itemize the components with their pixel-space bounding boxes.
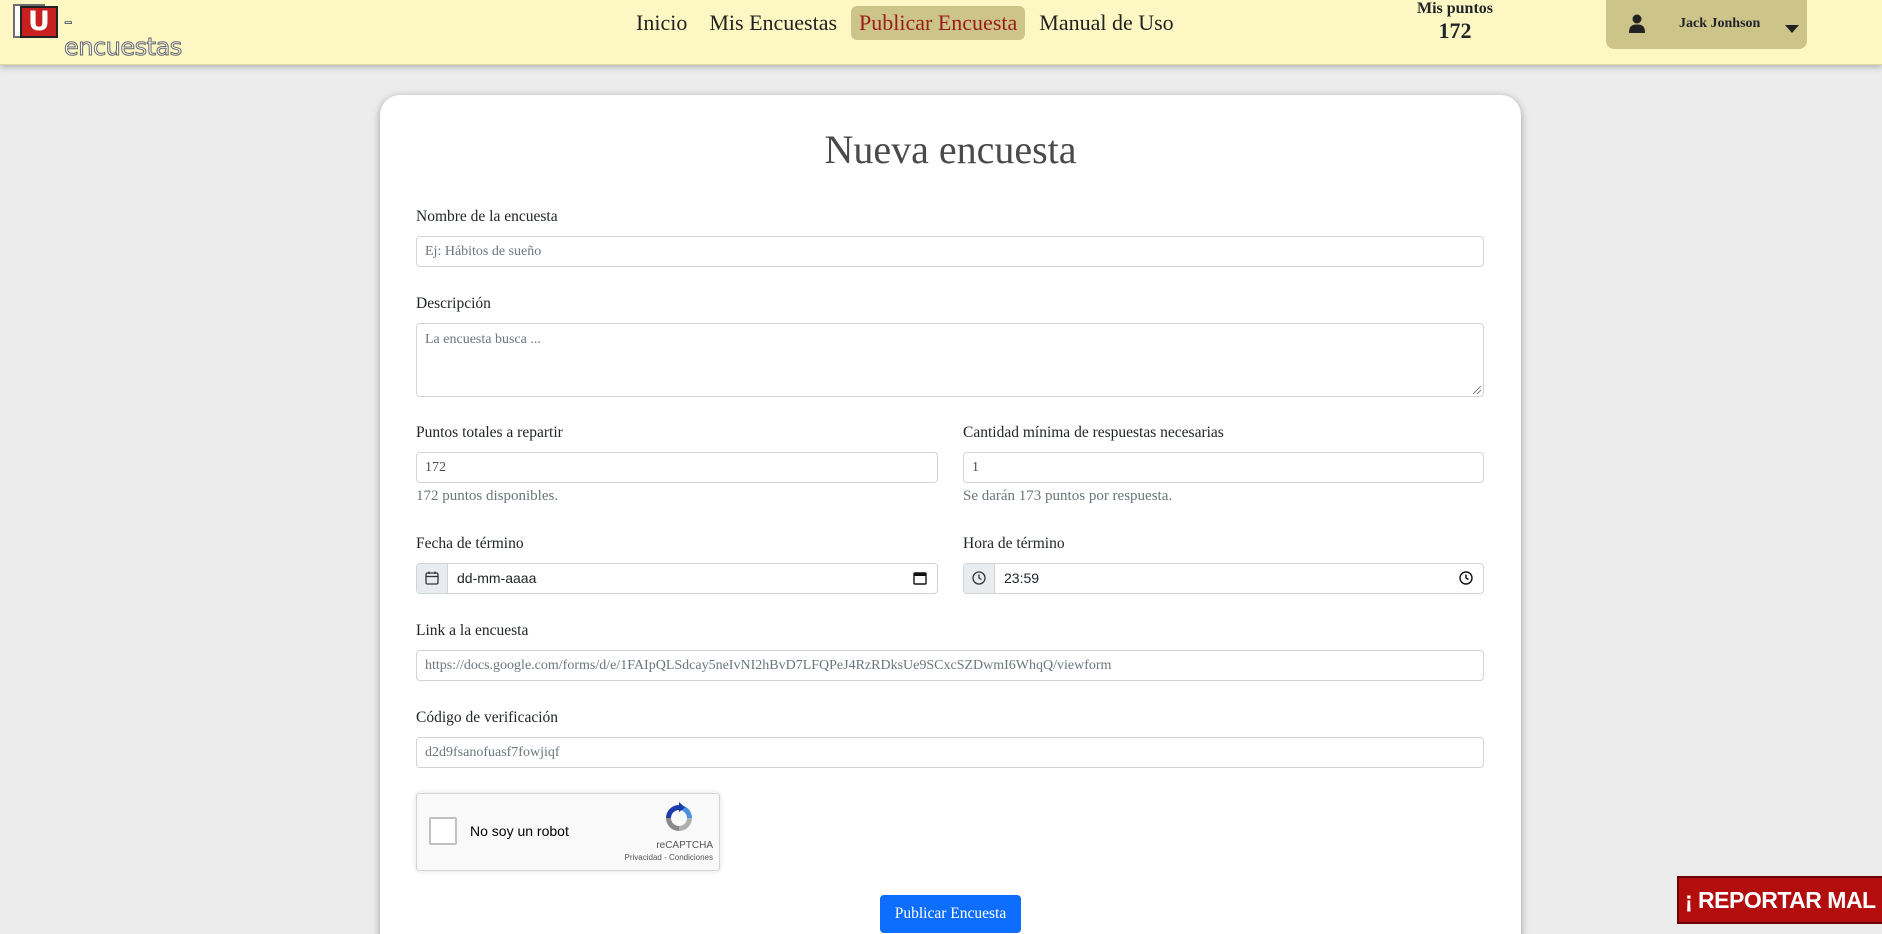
end-time-input[interactable]: 23:59 (963, 563, 1484, 594)
recaptcha-logo-icon (666, 802, 692, 831)
calendar-picker-icon[interactable] (913, 571, 927, 585)
recaptcha-widget: No soy un robot reCAPTCHA Privacidad - C… (416, 793, 720, 871)
nav-mis-encuestas[interactable]: Mis Encuestas (701, 6, 845, 40)
end-time-label: Hora de término (963, 535, 1065, 552)
recaptcha-brand: reCAPTCHA (656, 840, 713, 851)
recaptcha-checkbox[interactable] (429, 817, 457, 845)
resize-handle-icon[interactable] (1473, 386, 1481, 394)
chevron-down-icon (1785, 25, 1799, 33)
page-title: Nueva encuesta (824, 127, 1077, 172)
user-icon (1629, 14, 1645, 33)
nav-manual-de-uso[interactable]: Manual de Uso (1031, 6, 1181, 40)
recaptcha-terms-link[interactable]: Privacidad - Condiciones (597, 853, 714, 863)
user-name: Jack Jonhson (1679, 16, 1761, 31)
end-date-value: dd-mm-aaaa (457, 570, 537, 586)
end-date-input[interactable]: dd-mm-aaaa (416, 563, 938, 594)
survey-name-label: Nombre de la encuesta (416, 208, 558, 225)
points-display: Mis puntos 172 (1400, 0, 1510, 44)
publish-survey-button[interactable]: Publicar Encuesta (880, 895, 1021, 933)
recaptcha-label: No soy un robot (470, 823, 569, 839)
end-date-addon (417, 564, 448, 593)
logo-text: -encuestas (64, 7, 183, 61)
clock-icon (972, 571, 986, 585)
points-label: Mis puntos (1416, 0, 1494, 17)
survey-link-input[interactable]: https://docs.google.com/forms/d/e/1FAIpQ… (416, 650, 1484, 681)
total-points-help: 172 puntos disponibles. (416, 488, 559, 504)
logo-letter: U (20, 6, 58, 38)
survey-link-label: Link a la encuesta (416, 622, 529, 639)
calendar-icon (425, 571, 439, 585)
clock-picker-icon[interactable] (1459, 571, 1473, 585)
points-value: 172 (1438, 18, 1472, 43)
verification-code-label: Código de verificación (416, 709, 559, 726)
description-textarea[interactable]: La encuesta busca ... (416, 323, 1484, 397)
description-label: Descripción (416, 295, 491, 312)
description-placeholder: La encuesta busca ... (425, 332, 541, 347)
survey-name-input[interactable]: Ej: Hábitos de sueño (416, 236, 1484, 267)
user-menu-button[interactable]: Jack Jonhson (1606, 0, 1807, 49)
top-navbar: U -encuestas Inicio Mis Encuestas Public… (0, 0, 1882, 65)
report-misuse-button[interactable]: ¡ REPORTAR MAL USO ! (1677, 876, 1882, 924)
min-responses-help: Se darán 173 puntos por respuesta. (963, 488, 1173, 504)
end-time-addon (964, 564, 995, 593)
new-survey-card: Nueva encuesta Nombre de la encuesta Ej:… (380, 95, 1521, 934)
nav-inicio[interactable]: Inicio (628, 6, 695, 40)
total-points-input[interactable]: 172 (416, 452, 938, 483)
min-responses-input[interactable]: 1 (963, 452, 1484, 483)
nav-links: Inicio Mis Encuestas Publicar Encuesta M… (628, 6, 1182, 40)
app-logo[interactable]: U -encuestas (13, 2, 185, 61)
verification-code-input[interactable]: d2d9fsanofuasf7fowjiqf (416, 737, 1484, 768)
nav-publicar-encuesta[interactable]: Publicar Encuesta (851, 6, 1026, 40)
end-date-label: Fecha de término (416, 535, 524, 552)
end-time-value: 23:59 (1004, 570, 1040, 586)
total-points-label: Puntos totales a repartir (416, 424, 563, 441)
min-responses-label: Cantidad mínima de respuestas necesarias (963, 424, 1224, 441)
